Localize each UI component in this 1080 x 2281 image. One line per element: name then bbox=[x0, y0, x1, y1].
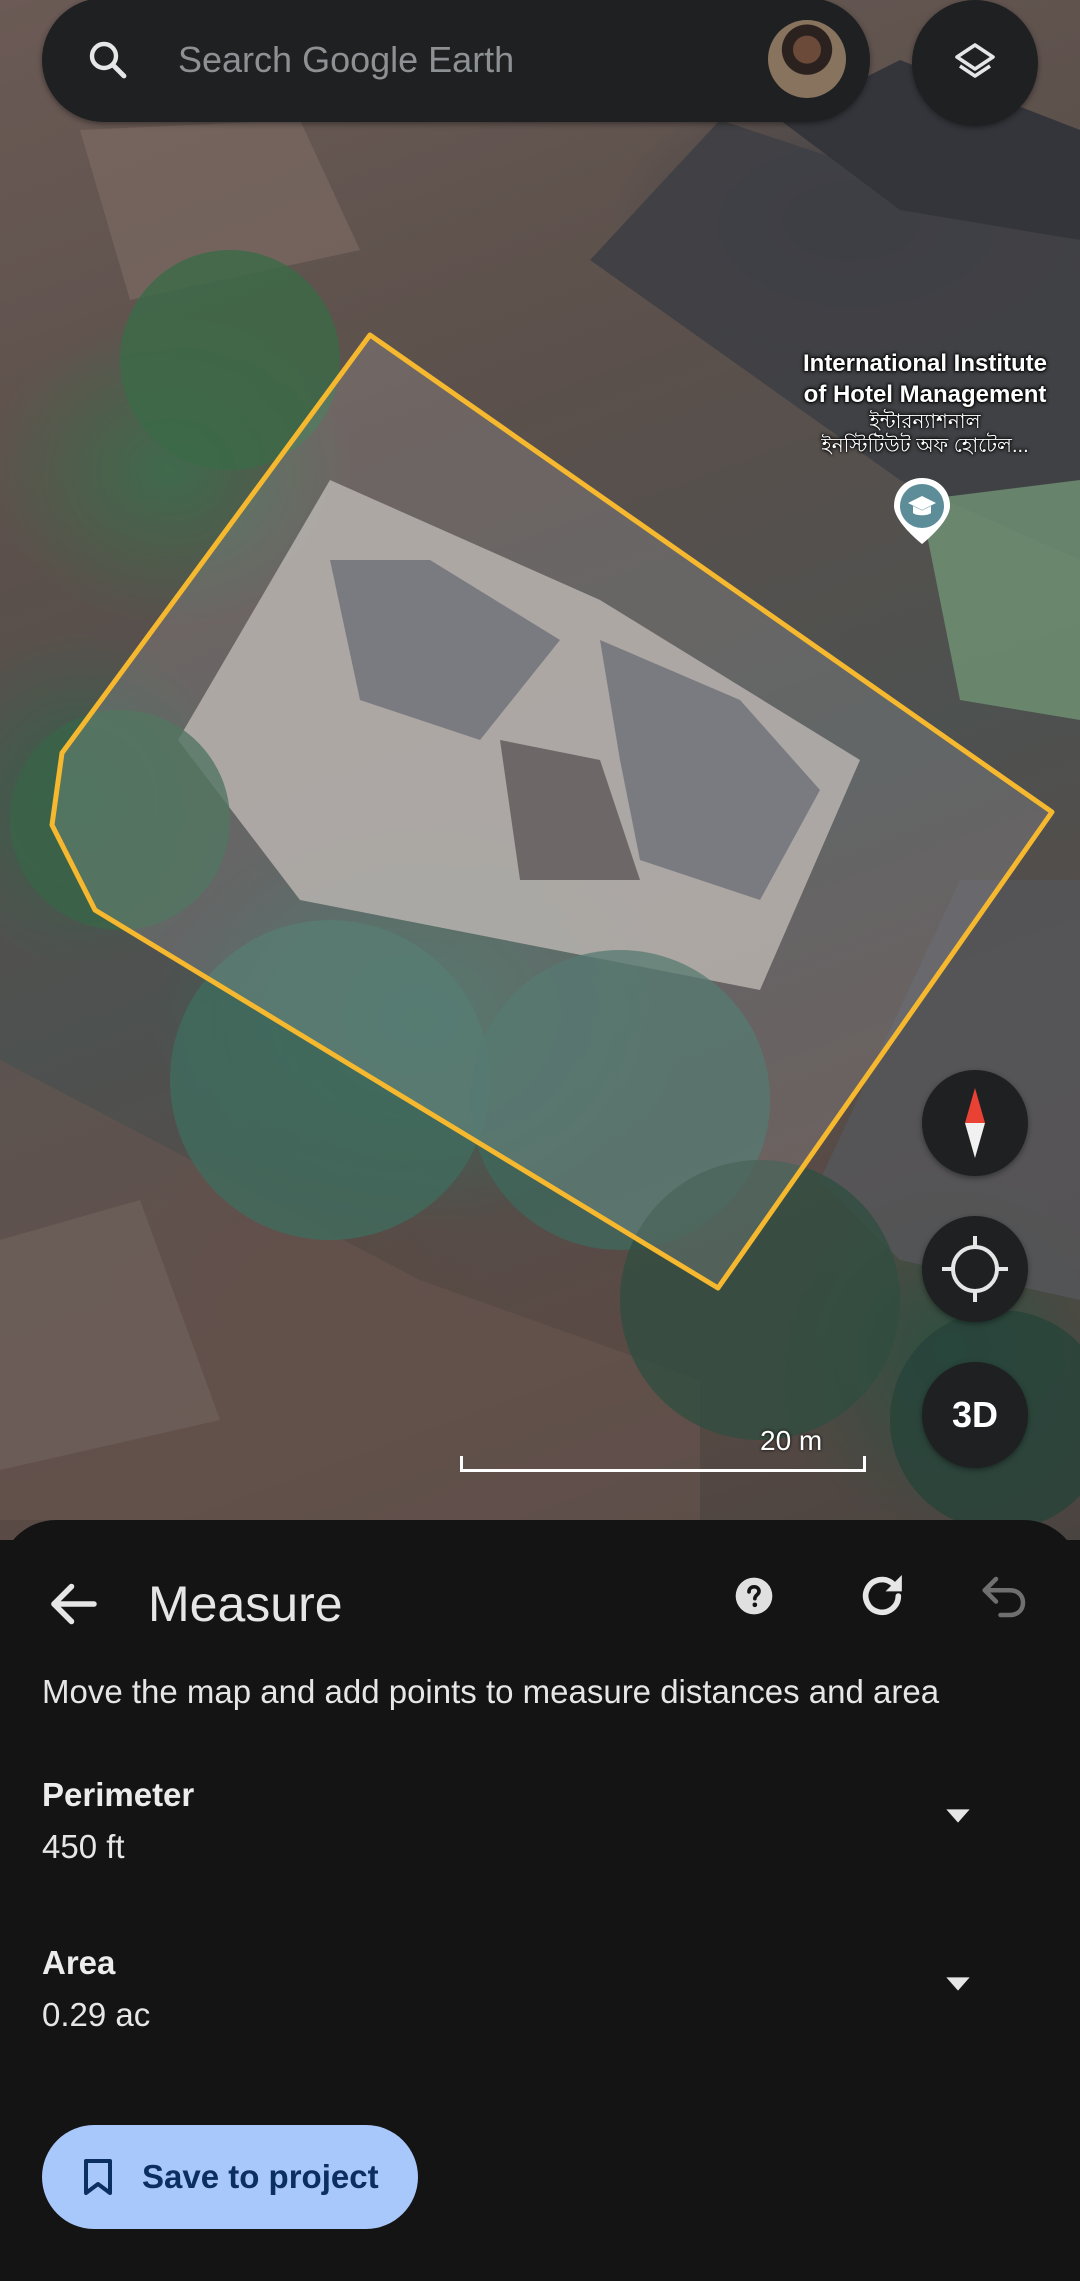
perimeter-value: 450 ft bbox=[42, 1828, 125, 1865]
search-bar[interactable]: Search Google Earth bbox=[42, 0, 870, 122]
redo-icon[interactable] bbox=[854, 1568, 910, 1624]
area-label: Area bbox=[42, 1944, 116, 1981]
search-icon bbox=[89, 41, 127, 79]
save-button-label: Save to project bbox=[142, 2158, 379, 2195]
help-icon[interactable] bbox=[734, 1576, 774, 1616]
education-pin-icon[interactable] bbox=[892, 476, 952, 546]
layers-icon bbox=[955, 43, 995, 78]
layers-button[interactable] bbox=[912, 0, 1038, 126]
perimeter-row[interactable]: Perimeter 450 ft bbox=[42, 1774, 1042, 1884]
back-arrow-icon[interactable] bbox=[44, 1574, 104, 1634]
caret-down-icon[interactable] bbox=[938, 1964, 978, 2004]
measure-instructions: Move the map and add points to measure d… bbox=[42, 1673, 940, 1710]
scale-bar bbox=[460, 1456, 866, 1472]
satellite-imagery bbox=[0, 60, 1080, 1530]
compass-icon bbox=[965, 1088, 985, 1158]
scale-label: 20 m bbox=[760, 1425, 823, 1456]
place-name-line-1: International Institute bbox=[802, 350, 1047, 377]
3d-label: 3D bbox=[951, 1394, 999, 1435]
account-avatar[interactable] bbox=[768, 20, 846, 98]
measure-sheet: Measure Move the map and add points to m… bbox=[0, 1520, 1080, 2281]
place-name-line-2: of Hotel Management bbox=[803, 381, 1047, 408]
map-view[interactable]: Search Google Earth International Instit… bbox=[0, 0, 1080, 1540]
page-title: Measure bbox=[148, 1576, 343, 1632]
place-name-bengali-line-1: ইন্টারন্যাশনাল bbox=[869, 411, 981, 433]
area-row[interactable]: Area 0.29 ac bbox=[42, 1942, 1042, 2052]
caret-down-icon[interactable] bbox=[938, 1796, 978, 1836]
3d-toggle-button[interactable]: 3D bbox=[922, 1362, 1028, 1468]
my-location-icon bbox=[942, 1236, 1008, 1302]
place-label[interactable]: International Institute of Hotel Managem… bbox=[790, 348, 1060, 458]
compass-button[interactable] bbox=[922, 1070, 1028, 1176]
place-name-bengali-line-2: ইনস্টিটিউট অফ হোটেল... bbox=[821, 435, 1029, 457]
bookmark-icon bbox=[84, 2159, 112, 2195]
search-input[interactable]: Search Google Earth bbox=[178, 36, 514, 84]
undo-icon[interactable] bbox=[978, 1570, 1032, 1624]
my-location-button[interactable] bbox=[922, 1216, 1028, 1322]
perimeter-label: Perimeter bbox=[42, 1776, 195, 1813]
area-value: 0.29 ac bbox=[42, 1996, 151, 2033]
save-to-project-button[interactable]: Save to project bbox=[42, 2125, 418, 2229]
